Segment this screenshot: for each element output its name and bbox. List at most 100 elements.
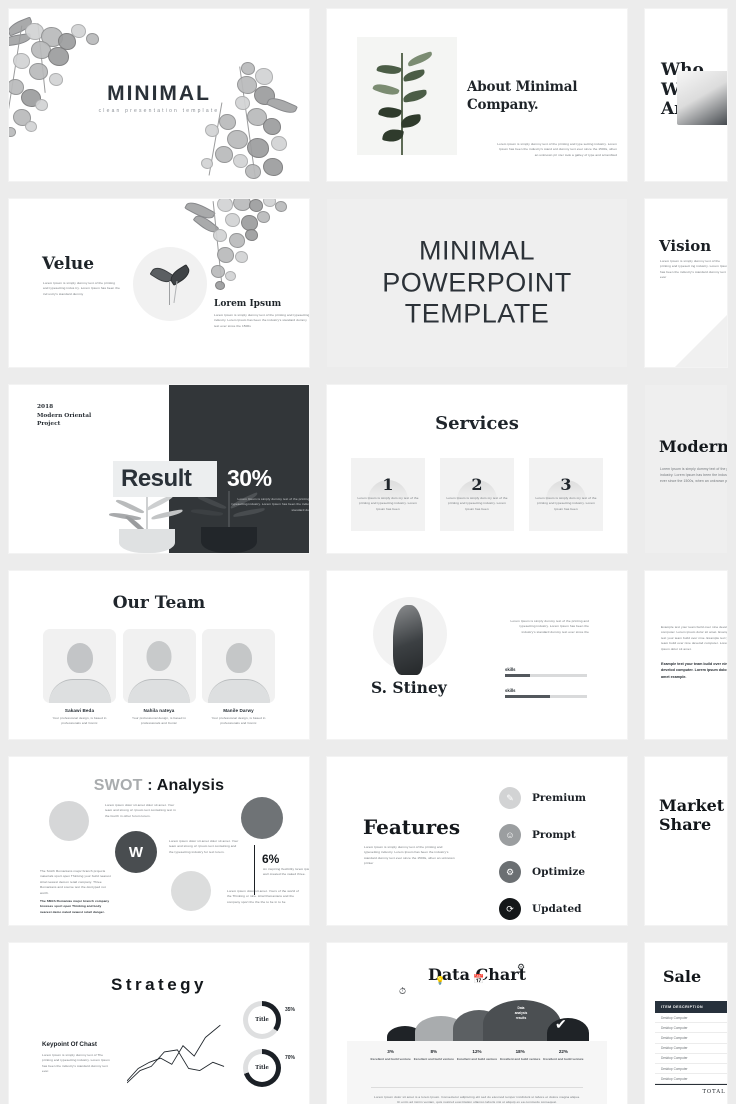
features-list: ✎ Premium ☺ Prompt ⚙ Optimize ⟳ Updated bbox=[499, 787, 586, 925]
data-chart-center-label: Data analysis results bbox=[514, 1006, 528, 1021]
data-value: 18% bbox=[515, 1049, 525, 1054]
donut-percent: 70% bbox=[285, 1055, 296, 1061]
data-caption: Excellent and build venture bbox=[413, 1057, 454, 1061]
slide-textblock[interactable]: Example text your team build over nine d… bbox=[645, 571, 727, 739]
feature-item[interactable]: ✎ Premium bbox=[499, 787, 586, 809]
avatar bbox=[122, 629, 196, 703]
team-member[interactable]: Nahila nateya Your professional design, … bbox=[122, 629, 196, 727]
data-chart-column: 18% Excellent and build venture bbox=[499, 1049, 542, 1062]
strategy-keypoint-heading: Keypoint Of Chast bbox=[42, 1041, 97, 1048]
profile-body-text: Lorem Ipsum is simply dummy text of the … bbox=[510, 619, 589, 634]
team-member-name: Manile Darwy bbox=[223, 708, 254, 713]
table-row: Desktop Computer bbox=[655, 1023, 727, 1034]
slide-cell-swot[interactable]: SWOT : Analysis W Lorem ipsum dolor sit … bbox=[0, 748, 318, 934]
slide-cell-strategy[interactable]: Strategy Keypoint Of Chast Lorem Ipsum i… bbox=[0, 934, 318, 1104]
slide-cell-features[interactable]: Features Lorem Ipsum is simply dummy tex… bbox=[318, 748, 636, 934]
data-chart-columns: 3% Excellent and build venture 8% Excell… bbox=[369, 1049, 585, 1062]
skill-label: skills bbox=[505, 667, 516, 672]
result-body-text: Lorem Ipsum is simply dummy text of the … bbox=[231, 497, 309, 512]
slide-cell-who-we-are[interactable]: Who We Are bbox=[636, 0, 736, 190]
slide-our-team[interactable]: Our Team Sakawi Beda Your professional d… bbox=[9, 571, 309, 739]
velue-body-text: Lorem Ipsum is simply dummy text of the … bbox=[43, 281, 120, 296]
data-caption: Excellent and build venture bbox=[370, 1057, 411, 1061]
gear-icon: ⚙ bbox=[499, 861, 521, 883]
refresh-icon: ⟳ bbox=[499, 898, 521, 920]
slide-profile[interactable]: S. Stiney Lorem Ipsum is simply dummy te… bbox=[327, 571, 627, 739]
slide-sale[interactable]: Sale ITEM DESCRIPTION Desktop Computer D… bbox=[645, 943, 727, 1104]
about-body-text: Lorem ipsum is simply dummy text of the … bbox=[497, 142, 617, 157]
plant-photo bbox=[357, 37, 457, 155]
modern-body-text: Lorem Ipsum is simply dummy text of the … bbox=[660, 467, 727, 483]
feature-item[interactable]: ⟳ Updated bbox=[499, 898, 586, 920]
slide-market-share[interactable]: Market Share bbox=[645, 757, 727, 925]
slide-cover[interactable]: MINIMAL clean presentation template bbox=[9, 9, 309, 181]
donut-chart: Title bbox=[243, 1049, 281, 1087]
donut-label: Title bbox=[255, 1065, 269, 1071]
velue-image-circle bbox=[133, 247, 207, 321]
slide-who-we-are[interactable]: Who We Are bbox=[645, 9, 727, 181]
cover-title-group: MINIMAL clean presentation template bbox=[59, 82, 259, 114]
slide-cell-textblock[interactable]: Example text your team build over nine d… bbox=[636, 562, 736, 748]
service-card[interactable]: 1 Lorem Ipsum is simply dum my text of t… bbox=[351, 458, 425, 531]
feature-item[interactable]: ⚙ Optimize bbox=[499, 861, 586, 883]
team-row: Sakawi Beda Your professional design, is… bbox=[43, 629, 275, 727]
slide-about[interactable]: About Minimal Company. Lorem ipsum is si… bbox=[327, 9, 627, 181]
slide-modern[interactable]: Modern Lorem Ipsum is simply dummy text … bbox=[645, 385, 727, 553]
velue-heading: Velue bbox=[42, 254, 95, 274]
table-row: Desktop Computer bbox=[655, 1044, 727, 1054]
result-percent: 30% bbox=[227, 465, 272, 491]
swot-icon-opportunity bbox=[171, 871, 211, 911]
slide-cell-team[interactable]: Our Team Sakawi Beda Your professional d… bbox=[0, 562, 318, 748]
slide-strategy[interactable]: Strategy Keypoint Of Chast Lorem Ipsum i… bbox=[9, 943, 309, 1104]
service-body-text: Lorem Ipsum is simply dum my text of the… bbox=[535, 496, 597, 511]
data-chart-column: 22% Excellent and build venture bbox=[542, 1049, 585, 1062]
badge-icon: ✎ bbox=[499, 787, 521, 809]
slide-cell-modern[interactable]: Modern Lorem Ipsum is simply dummy text … bbox=[636, 376, 736, 562]
slide-vision[interactable]: Vision Lorem Ipsum is simply dummy text … bbox=[645, 199, 727, 367]
service-card[interactable]: 3 Lorem Ipsum is simply dum my text of t… bbox=[529, 458, 603, 531]
swot-icon-strengths bbox=[49, 801, 89, 841]
about-heading: About Minimal Company. bbox=[467, 79, 578, 113]
slide-cell-result[interactable]: 2018 Modern Oriental Project Result 30% … bbox=[0, 376, 318, 562]
slide-cell-services[interactable]: Services 1 Lorem Ipsum is simply dum my … bbox=[318, 376, 636, 562]
skill-bar bbox=[505, 674, 587, 677]
slide-cell-market-share[interactable]: Market Share bbox=[636, 748, 736, 934]
data-value: 3% bbox=[387, 1049, 394, 1054]
swot-text-b: Lorem ipsum dolor sit amet dolor sit ame… bbox=[169, 839, 239, 854]
profile-photo bbox=[393, 605, 423, 675]
slide-velue[interactable]: Velue Lorem Ipsum is simply dummy text o… bbox=[9, 199, 309, 367]
slide-cell-about[interactable]: About Minimal Company. Lorem ipsum is si… bbox=[318, 0, 636, 190]
data-value: 22% bbox=[558, 1049, 569, 1054]
slide-cell-sale[interactable]: Sale ITEM DESCRIPTION Desktop Computer D… bbox=[636, 934, 736, 1104]
skill-row: skills bbox=[505, 688, 587, 698]
slide-services[interactable]: Services 1 Lorem Ipsum is simply dum my … bbox=[327, 385, 627, 553]
table-row: Desktop Computer bbox=[655, 1033, 727, 1044]
slide-features[interactable]: Features Lorem Ipsum is simply dummy tex… bbox=[327, 757, 627, 925]
feature-item[interactable]: ☺ Prompt bbox=[499, 824, 586, 846]
swot-text-a: Lorem ipsum dolor sit amet dolor sit ame… bbox=[105, 803, 176, 818]
service-number: 3 bbox=[560, 475, 572, 494]
cover-subtitle: clean presentation template bbox=[98, 108, 220, 115]
slide-swot[interactable]: SWOT : Analysis W Lorem ipsum dolor sit … bbox=[9, 757, 309, 925]
slide-cell-velue[interactable]: Velue Lorem Ipsum is simply dummy text o… bbox=[0, 190, 318, 376]
slide-cell-big-title[interactable]: MINIMAL POWERPOINT TEMPLATE bbox=[318, 190, 636, 376]
data-chart-footnote: Lorem Ipsum dolor sit amet is a lorem Ip… bbox=[374, 1095, 580, 1104]
strategy-body-text: Lorem Ipsum is simply dummy text of The … bbox=[42, 1053, 110, 1074]
stopwatch-icon: ⏱ bbox=[399, 986, 407, 996]
slide-cell-data-chart[interactable]: Data Chart #1 #2 #3 #4 Dataanalysisresul… bbox=[318, 934, 636, 1104]
service-card[interactable]: 2 Lorem Ipsum is simply dum my text of t… bbox=[440, 458, 514, 531]
template-preview-board: MINIMAL clean presentation template Abou… bbox=[0, 0, 736, 1104]
slide-cell-vision[interactable]: Vision Lorem Ipsum is simply dummy text … bbox=[636, 190, 736, 376]
slide-data-chart[interactable]: Data Chart #1 #2 #3 #4 Dataanalysisresul… bbox=[327, 943, 627, 1104]
strategy-heading: Strategy bbox=[110, 975, 208, 994]
slide-result[interactable]: 2018 Modern Oriental Project Result 30% … bbox=[9, 385, 309, 553]
table-header: ITEM DESCRIPTION bbox=[655, 1001, 727, 1013]
slide-cell-cover[interactable]: MINIMAL clean presentation template bbox=[0, 0, 318, 190]
market-share-heading: Market Share bbox=[659, 796, 725, 834]
strategy-line-chart bbox=[127, 1024, 225, 1084]
slide-cell-profile[interactable]: S. Stiney Lorem Ipsum is simply dummy te… bbox=[318, 562, 636, 748]
slide-big-title[interactable]: MINIMAL POWERPOINT TEMPLATE bbox=[327, 199, 627, 367]
team-member[interactable]: Manile Darwy Your professional design, i… bbox=[202, 629, 275, 727]
team-member[interactable]: Sakawi Beda Your professional design, is… bbox=[43, 629, 116, 727]
data-caption: Excellent and build venture bbox=[456, 1057, 498, 1061]
